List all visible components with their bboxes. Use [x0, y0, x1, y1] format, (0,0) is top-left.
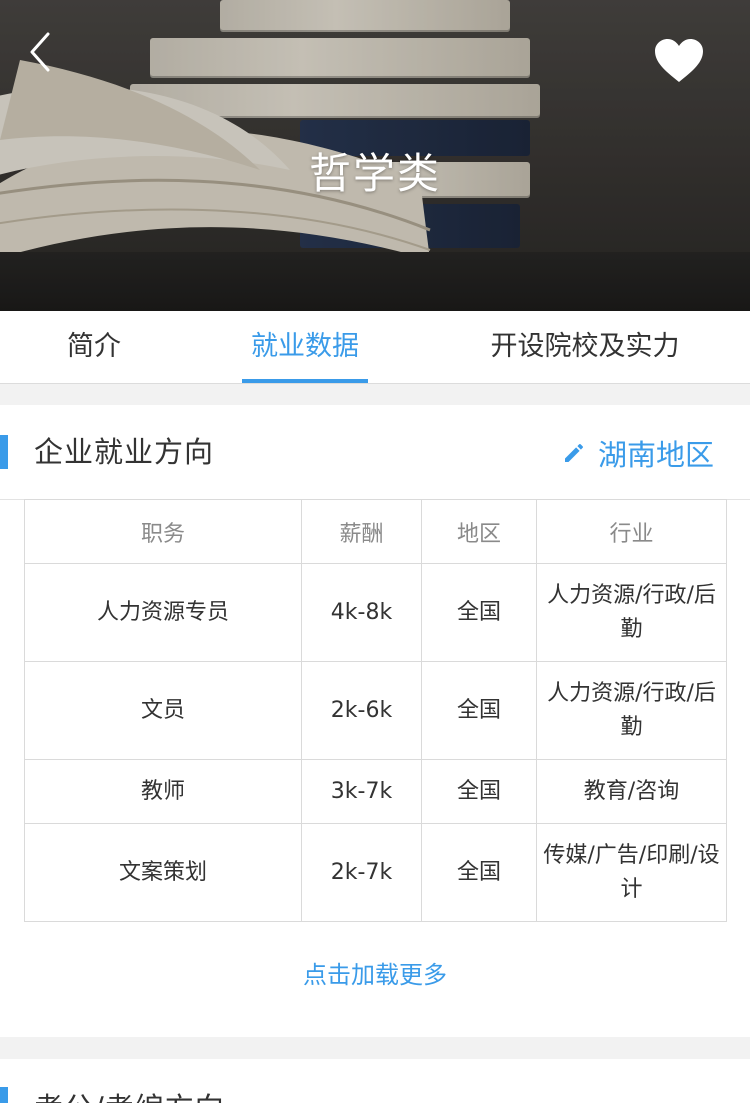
table-row: 人力资源专员 4k-8k 全国 人力资源/行政/后勤 [24, 563, 727, 662]
section-header: 企业就业方向 湖南地区 [0, 405, 750, 500]
tab-intro[interactable]: 简介 [40, 311, 148, 384]
tab-bar: 简介 就业数据 开设院校及实力 [0, 311, 750, 384]
cell-position: 文案策划 [24, 823, 302, 922]
cell-position: 人力资源专员 [24, 563, 302, 662]
column-header-industry: 行业 [536, 499, 727, 564]
cell-region: 全国 [421, 759, 537, 824]
column-header-region: 地区 [421, 499, 537, 564]
load-more-button[interactable]: 点击加载更多 [0, 955, 750, 990]
cell-industry: 人力资源/行政/后勤 [536, 661, 727, 760]
cell-position: 文员 [24, 661, 302, 760]
cell-position: 教师 [24, 759, 302, 824]
column-header-salary: 薪酬 [301, 499, 422, 564]
page-title: 哲学类 [308, 149, 441, 198]
section-accent-bar [0, 1087, 8, 1103]
employment-card: 企业就业方向 湖南地区 职务 薪酬 地区 行业 人力资源专员 4k-8k 全国 … [0, 405, 750, 1037]
table-row: 教师 3k-7k 全国 教育/咨询 [24, 759, 727, 824]
cell-industry: 人力资源/行政/后勤 [536, 563, 727, 662]
cell-salary: 2k-6k [301, 661, 422, 760]
section-accent-bar [0, 435, 8, 469]
favorite-button[interactable] [648, 30, 710, 92]
cell-industry: 教育/咨询 [536, 759, 727, 824]
cell-salary: 2k-7k [301, 823, 422, 922]
back-button[interactable] [20, 28, 60, 76]
cell-salary: 3k-7k [301, 759, 422, 824]
heart-icon [655, 39, 703, 82]
employment-table: 职务 薪酬 地区 行业 人力资源专员 4k-8k 全国 人力资源/行政/后勤 文… [24, 499, 727, 922]
chevron-left-icon [30, 32, 50, 72]
tab-employment-data[interactable]: 就业数据 [232, 311, 378, 384]
tab-colleges[interactable]: 开设院校及实力 [470, 311, 700, 384]
cell-salary: 4k-8k [301, 563, 422, 662]
table-header-row: 职务 薪酬 地区 行业 [24, 499, 727, 564]
region-label: 湖南地区 [597, 438, 714, 472]
cell-industry: 传媒/广告/印刷/设计 [536, 823, 727, 922]
section-title: 企业就业方向 [34, 435, 215, 469]
cell-region: 全国 [421, 823, 537, 922]
civil-service-card: 考公/考编方向 [0, 1059, 750, 1103]
active-tab-indicator [242, 379, 368, 383]
region-selector[interactable]: 湖南地区 [562, 433, 714, 473]
cell-region: 全国 [421, 661, 537, 760]
column-header-position: 职务 [24, 499, 302, 564]
table-row: 文员 2k-6k 全国 人力资源/行政/后勤 [24, 661, 727, 760]
pencil-icon [564, 444, 583, 462]
cell-region: 全国 [421, 563, 537, 662]
section-title: 考公/考编方向 [34, 1085, 225, 1103]
header-banner: 哲学类 [0, 0, 750, 311]
table-row: 文案策划 2k-7k 全国 传媒/广告/印刷/设计 [24, 823, 727, 922]
